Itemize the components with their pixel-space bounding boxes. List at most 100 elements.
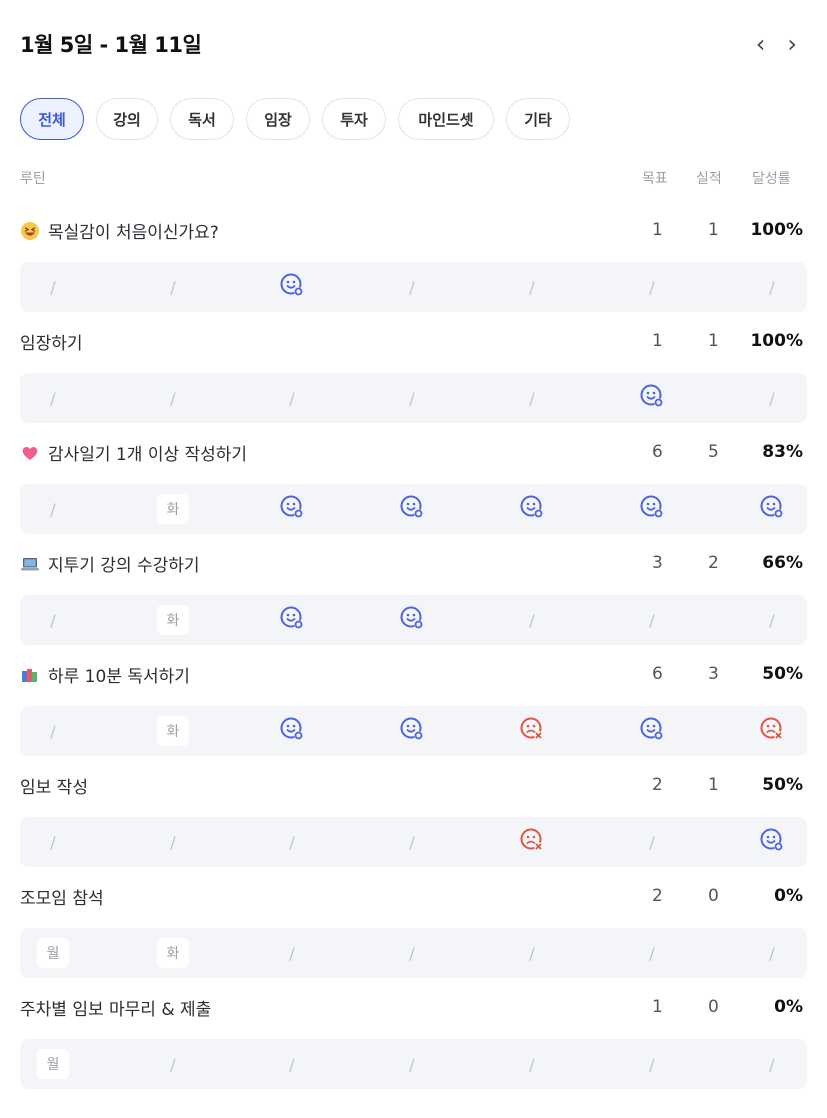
day-chip: 화 — [157, 494, 189, 524]
day-cell[interactable]: / — [514, 595, 550, 645]
routine-row[interactable]: 지투기 강의 수강하기 3 2 66% / 화 / / / — [20, 545, 807, 656]
day-cell[interactable]: / — [514, 1039, 550, 1089]
day-cell[interactable] — [514, 706, 550, 756]
day-cell[interactable] — [394, 706, 430, 756]
day-cell[interactable]: / — [394, 262, 430, 312]
empty-slash: / — [50, 277, 56, 297]
day-cell[interactable] — [514, 484, 550, 534]
day-cell[interactable] — [514, 817, 550, 867]
empty-slash: / — [289, 832, 295, 852]
grinning-squint-face-icon — [20, 221, 40, 241]
day-cell[interactable]: / — [634, 262, 670, 312]
tab-0[interactable]: 전체 — [20, 98, 84, 140]
success-smiley-icon — [279, 716, 305, 746]
day-cell[interactable]: / — [155, 373, 191, 423]
routine-row[interactable]: 감사일기 1개 이상 작성하기 6 5 83% / 화 — [20, 434, 807, 545]
routine-header: 주차별 임보 마무리 & 제출 1 0 0% — [20, 989, 807, 1023]
day-cell[interactable]: / — [35, 817, 71, 867]
routine-header: 임장하기 1 1 100% — [20, 323, 807, 357]
day-cell[interactable] — [754, 817, 790, 867]
routine-goal: 1 — [652, 220, 663, 240]
day-cell[interactable]: / — [634, 595, 670, 645]
tab-3[interactable]: 임장 — [246, 98, 310, 140]
day-cell[interactable]: / — [35, 595, 71, 645]
day-cell[interactable]: / — [514, 262, 550, 312]
day-cell[interactable]: / — [274, 1039, 310, 1089]
day-cell[interactable]: / — [754, 373, 790, 423]
day-cell[interactable]: 화 — [155, 928, 191, 978]
day-cell[interactable]: / — [754, 1039, 790, 1089]
routine-actual: 1 — [708, 220, 719, 240]
day-cell[interactable]: / — [155, 262, 191, 312]
day-cell[interactable]: 월 — [35, 1039, 71, 1089]
success-smiley-icon — [759, 494, 785, 524]
day-cell[interactable]: / — [754, 595, 790, 645]
day-cell[interactable] — [634, 484, 670, 534]
day-cell[interactable]: / — [274, 928, 310, 978]
day-cell[interactable] — [274, 484, 310, 534]
routine-name: 임장하기 — [20, 334, 83, 354]
routine-row[interactable]: 조모임 참석 2 0 0% 월 화 / / / / / — [20, 878, 807, 989]
day-cell[interactable]: 월 — [35, 928, 71, 978]
day-cell[interactable]: / — [394, 1039, 430, 1089]
routine-header: 감사일기 1개 이상 작성하기 6 5 83% — [20, 434, 807, 468]
day-cell[interactable]: / — [155, 817, 191, 867]
day-cell[interactable] — [394, 484, 430, 534]
day-cell[interactable]: / — [394, 928, 430, 978]
day-cell[interactable]: / — [514, 373, 550, 423]
day-cell[interactable]: / — [394, 817, 430, 867]
day-cell[interactable]: 화 — [155, 595, 191, 645]
day-cell[interactable] — [754, 484, 790, 534]
day-cell[interactable]: / — [634, 928, 670, 978]
laptop-icon — [20, 554, 40, 574]
routine-row[interactable]: 임장하기 1 1 100% / / / / / / — [20, 323, 807, 434]
routine-title: 임보 작성 — [20, 773, 88, 798]
day-cell[interactable] — [634, 373, 670, 423]
empty-slash: / — [50, 388, 56, 408]
day-cell[interactable]: / — [514, 928, 550, 978]
day-cell[interactable]: / — [35, 484, 71, 534]
tab-2[interactable]: 독서 — [170, 98, 234, 140]
fail-frown-icon — [519, 716, 545, 746]
tab-4[interactable]: 투자 — [322, 98, 386, 140]
day-cell[interactable]: 화 — [155, 706, 191, 756]
routine-row[interactable]: 목실감이 처음이신가요? 1 1 100% / / / / / / — [20, 212, 807, 323]
day-cell[interactable]: / — [35, 262, 71, 312]
day-cell[interactable]: / — [274, 373, 310, 423]
day-cell[interactable]: / — [35, 373, 71, 423]
day-cell[interactable]: / — [274, 817, 310, 867]
routine-rate: 100% — [750, 220, 803, 240]
day-cell[interactable] — [634, 706, 670, 756]
day-cell[interactable]: / — [634, 1039, 670, 1089]
empty-slash: / — [649, 1054, 655, 1074]
day-cell[interactable] — [274, 706, 310, 756]
routine-row[interactable]: 주차별 임보 마무리 & 제출 1 0 0% 월 / / / / / / — [20, 989, 807, 1100]
day-cell[interactable]: / — [394, 373, 430, 423]
day-cell[interactable]: / — [155, 1039, 191, 1089]
routine-header: 임보 작성 2 1 50% — [20, 767, 807, 801]
tab-1[interactable]: 강의 — [96, 98, 158, 140]
day-cell[interactable]: / — [754, 928, 790, 978]
routine-goal: 2 — [652, 775, 663, 795]
day-cell[interactable] — [754, 706, 790, 756]
day-cell[interactable] — [274, 262, 310, 312]
day-cell[interactable]: 화 — [155, 484, 191, 534]
routine-name: 감사일기 1개 이상 작성하기 — [48, 445, 248, 465]
routine-row[interactable]: 임보 작성 2 1 50% / / / / / — [20, 767, 807, 878]
tab-5[interactable]: 마인드셋 — [398, 98, 494, 140]
tab-6[interactable]: 기타 — [506, 98, 570, 140]
routine-goal: 2 — [652, 886, 663, 906]
day-cell[interactable] — [274, 595, 310, 645]
prev-week-chevron-left-icon[interactable]: ‹ — [756, 32, 766, 56]
day-cell[interactable]: / — [754, 262, 790, 312]
empty-slash: / — [50, 499, 56, 519]
routine-day-strip: 월 화 / / / / / — [20, 928, 807, 978]
empty-slash: / — [649, 832, 655, 852]
next-week-chevron-right-icon[interactable]: › — [787, 32, 797, 56]
day-cell[interactable]: / — [35, 706, 71, 756]
empty-slash: / — [409, 832, 415, 852]
routine-row[interactable]: 하루 10분 독서하기 6 3 50% / 화 — [20, 656, 807, 767]
routine-actual: 2 — [708, 553, 719, 573]
day-cell[interactable] — [394, 595, 430, 645]
day-cell[interactable]: / — [634, 817, 670, 867]
